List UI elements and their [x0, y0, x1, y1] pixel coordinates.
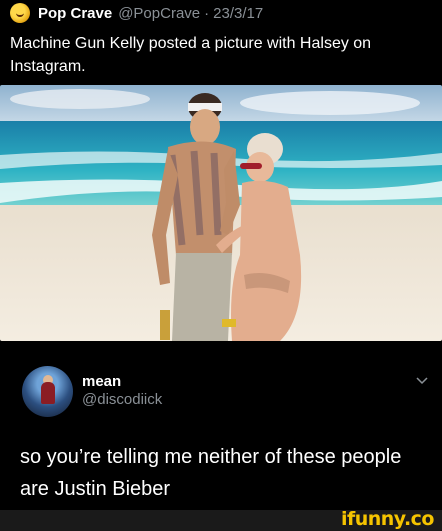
- reply-text: so you’re telling me neither of these pe…: [20, 446, 402, 500]
- ifunny-watermark-logo: ifunny.co: [340, 508, 435, 530]
- tweet-date[interactable]: 23/3/17: [213, 5, 263, 22]
- tweet-author-handle[interactable]: @PopCrave: [118, 5, 200, 22]
- meta-separator: ·: [204, 4, 210, 22]
- tweet-header: Pop Crave @PopCrave · 23/3/17: [10, 2, 263, 24]
- chevron-down-icon[interactable]: [416, 374, 428, 386]
- reply-author-name[interactable]: mean: [82, 373, 121, 390]
- tweet-author-name[interactable]: Pop Crave: [38, 5, 112, 22]
- pop-crave-avatar-icon[interactable]: [10, 3, 30, 23]
- reply-author-handle[interactable]: @discodiick: [82, 391, 162, 408]
- reply-tweet[interactable]: mean @discodiick so you’re telling me ne…: [0, 352, 442, 531]
- avatar-figure-shape: [41, 382, 55, 404]
- tweet-photo[interactable]: [0, 85, 442, 341]
- reply-avatar[interactable]: [22, 366, 73, 417]
- tweet-text: Machine Gun Kelly posted a picture with …: [10, 35, 372, 75]
- beach-photo-image: [0, 85, 442, 341]
